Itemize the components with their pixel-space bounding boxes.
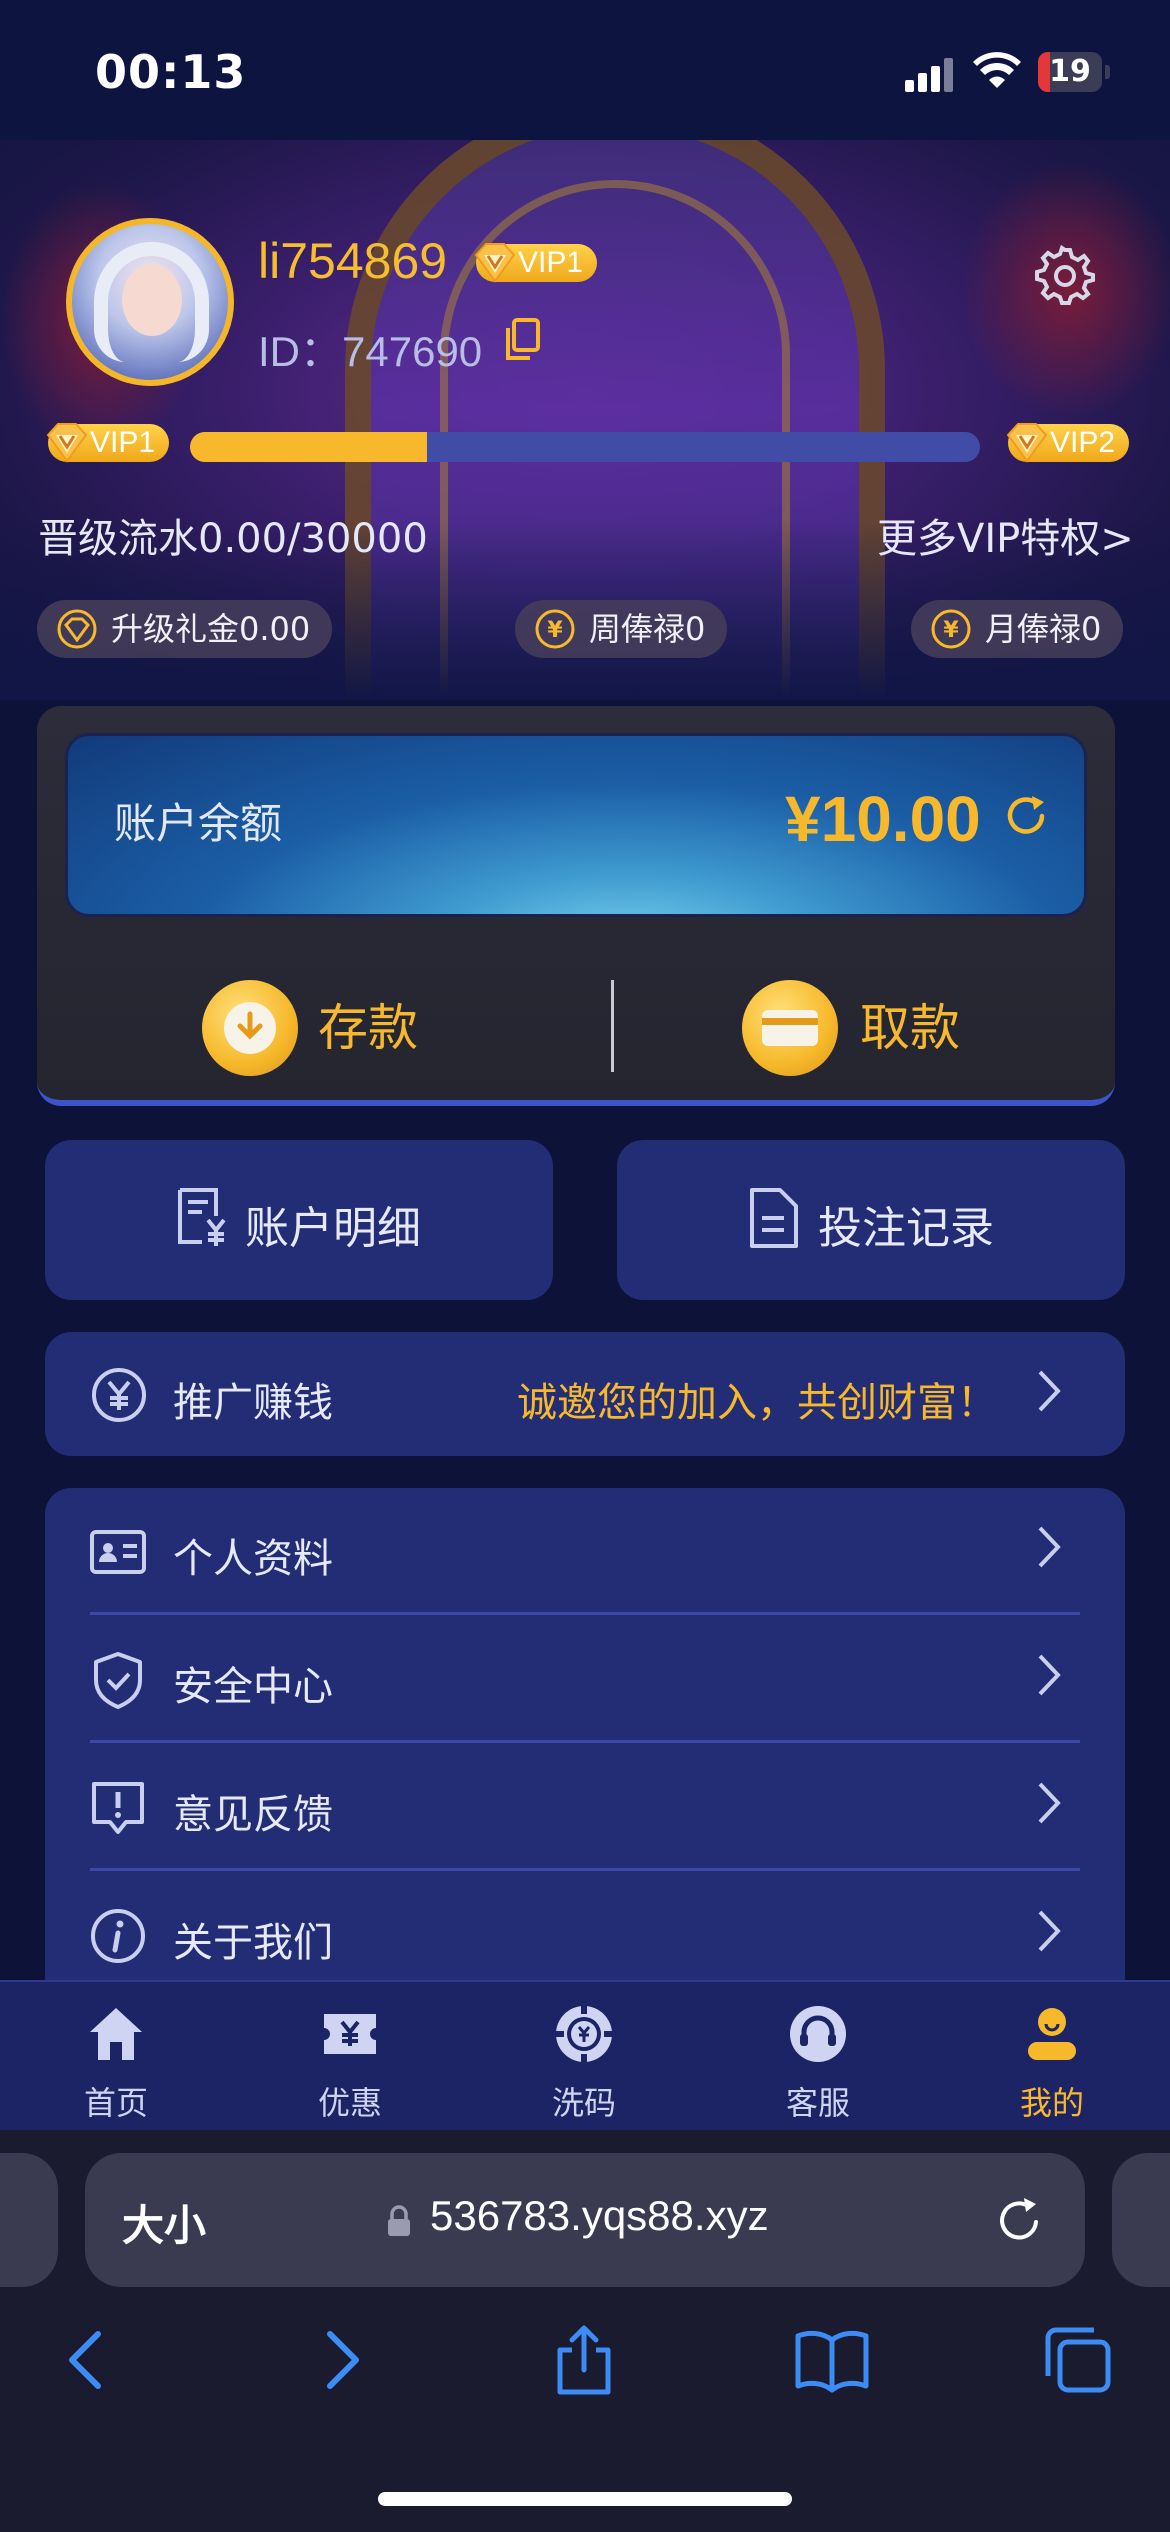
weekly-salary-pill[interactable]: ¥ 周俸禄0 <box>515 600 728 658</box>
yen-coin-icon: ¥ <box>931 609 971 649</box>
vip-badge-label: VIP1 <box>518 246 584 279</box>
user-icon <box>1028 2008 1076 2060</box>
wallet-divider <box>611 980 614 1072</box>
tab-home[interactable]: 首页 <box>34 1980 194 2130</box>
deposit-coin-icon[interactable] <box>202 980 298 1076</box>
chevron-right-icon <box>1038 1910 1061 1952</box>
ticket-icon <box>324 2014 376 2054</box>
feedback-icon <box>92 1782 144 1834</box>
menu-item-security-label: 安全中心 <box>173 1664 333 1710</box>
vip-badge: VIP1 <box>474 243 598 283</box>
upgrade-bonus-label: 升级礼金0.00 <box>111 610 311 648</box>
username: li754869 <box>258 233 448 289</box>
menu-divider <box>90 1740 1080 1743</box>
home-indicator[interactable] <box>378 2492 792 2506</box>
yen-coin-icon: ¥ <box>535 609 575 649</box>
menu-item-feedback-label: 意见反馈 <box>173 1792 333 1838</box>
diamond-icon <box>46 423 88 463</box>
chevron-right-icon <box>1038 1370 1061 1412</box>
tab-home-label: 首页 <box>83 2084 148 2122</box>
document-icon <box>750 1188 798 1248</box>
balance-value: ¥10.00 <box>785 783 981 855</box>
cellular-signal-icon <box>905 58 955 92</box>
vip-progress-bar <box>190 432 980 462</box>
menu-divider <box>90 1868 1080 1871</box>
chip-icon <box>556 2006 612 2062</box>
refresh-balance-icon[interactable] <box>1002 792 1050 840</box>
tab-mine[interactable]: 我的 <box>970 1980 1130 2130</box>
next-vip-label: VIP2 <box>1050 426 1116 459</box>
promotion-label: 推广赚钱 <box>173 1380 333 1426</box>
menu-divider <box>90 1612 1080 1615</box>
tab-rebate-label: 洗码 <box>551 2084 616 2122</box>
next-vip-level: VIP2 <box>1006 423 1130 463</box>
tab-promotions[interactable]: 优惠 <box>268 1980 428 2130</box>
battery-level: 19 <box>1049 54 1091 89</box>
monthly-salary-pill[interactable]: ¥ 月俸禄0 <box>911 600 1124 658</box>
account-details-label: 账户明细 <box>245 1203 421 1254</box>
menu-item-profile-label: 个人资料 <box>173 1536 333 1582</box>
chevron-right-icon <box>1038 1654 1061 1696</box>
diamond-icon <box>1006 423 1048 463</box>
wifi-icon <box>973 52 1021 88</box>
vip-progress-fill <box>190 432 427 462</box>
battery-icon: 19 <box>1038 52 1110 92</box>
withdraw-button[interactable]: 取款 <box>860 988 960 1060</box>
user-id: ID：747690 <box>258 318 482 379</box>
user-id-label: ID： <box>258 328 343 375</box>
reload-icon[interactable] <box>994 2194 1046 2246</box>
tab-customer-service-label: 客服 <box>785 2084 850 2122</box>
bet-records-label: 投注记录 <box>818 1203 994 1254</box>
next-tab-preview[interactable] <box>1112 2153 1170 2287</box>
user-id-value: 747690 <box>342 328 483 375</box>
promotion-slogan: 诚邀您的加入，共创财富！ <box>517 1380 997 1426</box>
url-text[interactable]: 536783.yqs88.xyz <box>430 2192 769 2240</box>
current-vip-label: VIP1 <box>90 426 156 459</box>
turnover-progress-text: 晋级流水0.00/30000 <box>38 516 428 562</box>
chevron-right-icon <box>1038 1782 1061 1824</box>
status-bar: 00:13 19 <box>0 0 1170 140</box>
svg-text:¥: ¥ <box>943 618 959 643</box>
tab-mine-label: 我的 <box>1019 2084 1084 2122</box>
text-size-button[interactable]: 大小 <box>122 2192 206 2253</box>
headset-icon <box>790 2006 846 2062</box>
more-vip-privileges-link[interactable]: 更多VIP特权> <box>877 506 1134 564</box>
avatar[interactable] <box>66 218 234 386</box>
back-icon[interactable] <box>50 2322 126 2398</box>
lock-icon <box>388 2205 410 2236</box>
tabs-icon[interactable] <box>1040 2322 1116 2398</box>
upgrade-bonus-pill[interactable]: 升级礼金0.00 <box>37 600 333 658</box>
monthly-salary-label: 月俸禄0 <box>985 610 1102 648</box>
tab-promotions-label: 优惠 <box>317 2084 382 2122</box>
diamond-icon <box>474 243 516 283</box>
settings-gear-icon[interactable] <box>1034 244 1096 306</box>
weekly-salary-label: 周俸禄0 <box>589 610 706 648</box>
forward-icon[interactable] <box>302 2322 378 2398</box>
withdraw-card-icon[interactable] <box>742 980 838 1076</box>
balance-label: 账户余额 <box>114 799 283 848</box>
receipt-yen-icon <box>178 1188 226 1246</box>
yen-circle-icon <box>92 1368 146 1422</box>
shield-icon <box>94 1652 142 1709</box>
info-icon <box>91 1909 145 1963</box>
chevron-right-icon <box>1038 1526 1061 1568</box>
current-vip-level: VIP1 <box>46 423 170 463</box>
tab-customer-service[interactable]: 客服 <box>736 1980 896 2130</box>
previous-tab-preview[interactable] <box>0 2153 58 2287</box>
id-card-icon <box>90 1530 146 1574</box>
home-icon <box>90 2008 142 2060</box>
menu-item-about-label: 关于我们 <box>173 1920 333 1966</box>
status-time: 00:13 <box>95 45 247 99</box>
svg-text:¥: ¥ <box>547 618 563 643</box>
copy-icon[interactable] <box>504 318 542 362</box>
bookmarks-icon[interactable] <box>794 2322 870 2398</box>
tab-rebate[interactable]: 洗码 <box>502 1980 662 2130</box>
share-icon[interactable] <box>546 2322 622 2398</box>
deposit-button[interactable]: 存款 <box>318 988 418 1060</box>
diamond-icon <box>57 609 97 649</box>
